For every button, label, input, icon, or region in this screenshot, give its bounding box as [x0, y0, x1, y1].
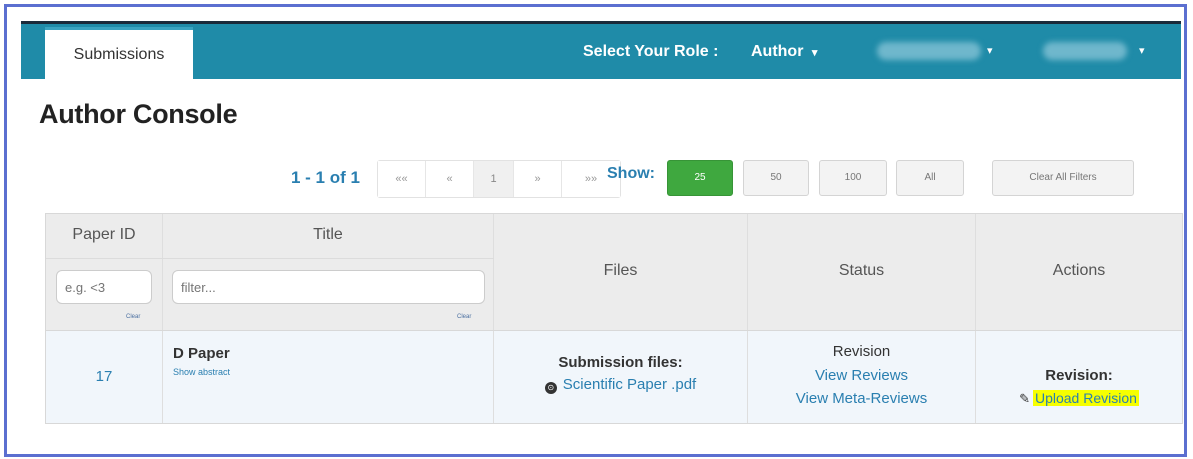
- page-size-all-button[interactable]: All: [896, 160, 964, 196]
- status-text: Revision: [832, 343, 891, 360]
- header-actions-label: Actions: [1052, 262, 1106, 279]
- view-meta-reviews-link[interactable]: View Meta-Reviews: [748, 390, 975, 407]
- page-1-button[interactable]: 1: [474, 161, 514, 197]
- page-size-50-button[interactable]: 50: [743, 160, 809, 196]
- user-menu-blurred[interactable]: [877, 42, 981, 60]
- header-files: Files: [494, 214, 748, 330]
- upload-revision-link[interactable]: Upload Revision: [1032, 390, 1139, 406]
- prev-page-button[interactable]: «: [426, 161, 474, 197]
- account-menu-blurred[interactable]: [1043, 42, 1127, 60]
- header-paper-id: Paper ID Clear: [46, 214, 163, 330]
- edit-icon: ✎: [1019, 391, 1030, 406]
- role-label: Select Your Role :: [583, 43, 719, 60]
- show-abstract-link[interactable]: Show abstract: [173, 367, 230, 377]
- paper-title: D Paper: [173, 345, 230, 362]
- chevron-down-icon: ▾: [811, 47, 818, 59]
- role-value: Author: [751, 43, 804, 60]
- view-reviews-link[interactable]: View Reviews: [748, 367, 975, 384]
- download-icon: ⊙: [544, 382, 557, 394]
- header-paper-id-label[interactable]: Paper ID: [46, 226, 162, 244]
- cell-title: D Paper Show abstract: [163, 331, 494, 423]
- header-title: Title Clear: [163, 214, 494, 330]
- tab-submissions[interactable]: Submissions: [45, 27, 193, 80]
- show-label: Show:: [607, 165, 655, 182]
- result-count: 1 - 1 of 1: [291, 168, 360, 187]
- chevron-down-icon[interactable]: ▾: [1139, 24, 1145, 79]
- page-size-100-button[interactable]: 100: [819, 160, 887, 196]
- header-title-label[interactable]: Title: [163, 226, 493, 244]
- submissions-table: Paper ID Clear Title Clear Files Status …: [45, 213, 1183, 424]
- page-title: Author Console: [39, 99, 238, 129]
- cell-files: Submission files: ⊙ Scientific Paper .pdf: [494, 331, 748, 423]
- role-dropdown[interactable]: Author ▾: [751, 24, 817, 79]
- file-row: ⊙ Scientific Paper .pdf: [494, 376, 747, 394]
- submission-files-label: Submission files:: [558, 354, 683, 371]
- chevron-down-icon[interactable]: ▾: [987, 24, 993, 79]
- first-page-button[interactable]: ««: [378, 161, 426, 197]
- top-nav-bar: Submissions Select Your Role : Author ▾ …: [21, 21, 1181, 80]
- title-clear-link[interactable]: Clear: [457, 314, 471, 320]
- console-frame: Submissions Select Your Role : Author ▾ …: [4, 4, 1187, 457]
- next-page-button[interactable]: »: [514, 161, 562, 197]
- title-filter-input[interactable]: [172, 270, 485, 304]
- header-files-label: Files: [603, 262, 638, 279]
- cell-paper-id: 17: [46, 331, 163, 423]
- paper-id-link[interactable]: 17: [46, 368, 162, 385]
- cell-actions: Revision: ✎ Upload Revision: [976, 331, 1182, 423]
- page-size-25-button[interactable]: 25: [667, 160, 733, 196]
- pagination: «« « 1 » »»: [377, 160, 621, 198]
- clear-all-filters-button[interactable]: Clear All Filters: [992, 160, 1134, 196]
- file-link[interactable]: Scientific Paper .pdf: [563, 376, 696, 393]
- paper-id-clear-link[interactable]: Clear: [126, 314, 140, 320]
- paper-id-filter-input[interactable]: [56, 270, 152, 304]
- header-status-label[interactable]: Status: [748, 262, 975, 280]
- header-status: Status: [748, 214, 976, 330]
- action-label: Revision:: [1045, 367, 1113, 384]
- header-actions: Actions: [976, 214, 1182, 330]
- upload-revision-row: ✎ Upload Revision: [976, 390, 1182, 407]
- cell-status: Revision View Reviews View Meta-Reviews: [748, 331, 976, 423]
